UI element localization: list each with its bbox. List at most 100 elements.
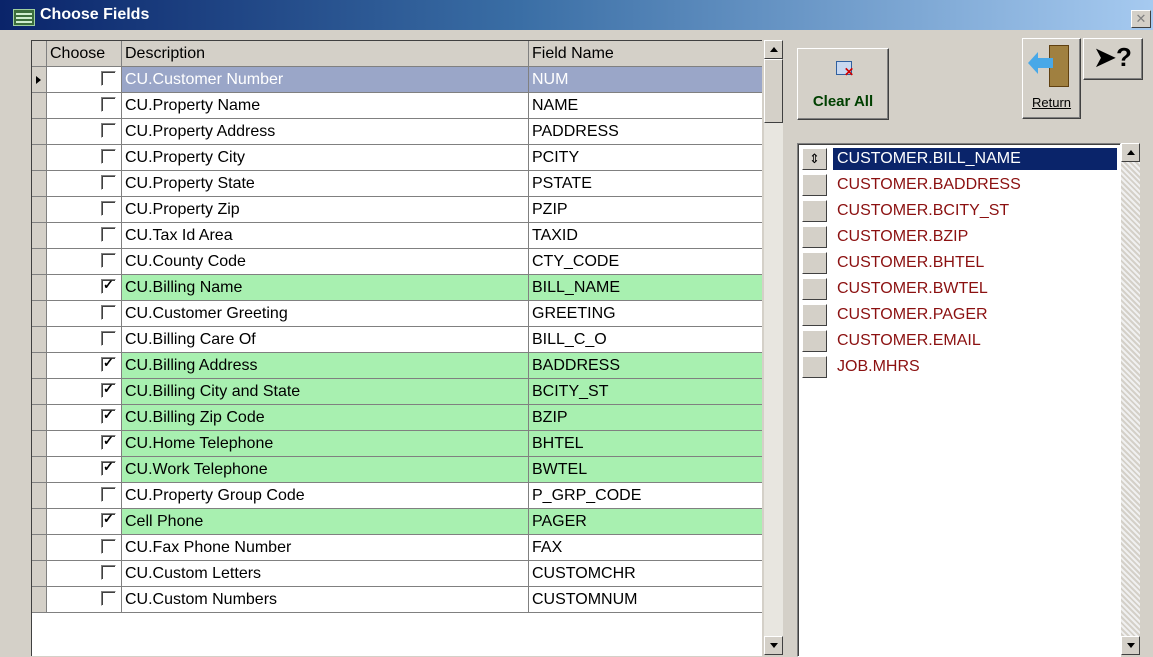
close-button[interactable]: ✕ (1131, 10, 1151, 28)
description-cell[interactable]: CU.Home Telephone (122, 431, 529, 456)
list-scroll-up-button[interactable] (1121, 143, 1140, 162)
row-selector[interactable] (32, 275, 47, 300)
choose-checkbox[interactable] (101, 565, 116, 580)
choose-checkbox[interactable] (101, 97, 116, 112)
row-selector[interactable] (32, 249, 47, 274)
list-item-handle[interactable] (802, 226, 827, 248)
field-name-cell[interactable]: P_GRP_CODE (529, 483, 762, 508)
choose-checkbox[interactable] (101, 71, 116, 86)
list-item[interactable]: JOB.MHRS (800, 354, 1118, 380)
choose-checkbox[interactable] (101, 201, 116, 216)
scroll-down-button[interactable] (764, 636, 783, 655)
return-button[interactable]: Return (1022, 38, 1081, 119)
description-cell[interactable]: CU.Property Name (122, 93, 529, 118)
choose-checkbox[interactable] (101, 227, 116, 242)
description-cell[interactable]: CU.Billing Name (122, 275, 529, 300)
list-item[interactable]: CUSTOMER.BHTEL (800, 250, 1118, 276)
table-row[interactable]: CU.Billing City and StateBCITY_ST (32, 379, 762, 405)
field-name-cell[interactable]: BADDRESS (529, 353, 762, 378)
description-cell[interactable]: CU.Fax Phone Number (122, 535, 529, 560)
row-selector[interactable] (32, 93, 47, 118)
field-name-cell[interactable]: NAME (529, 93, 762, 118)
header-field-name[interactable]: Field Name (529, 41, 762, 66)
table-row[interactable]: Cell PhonePAGER (32, 509, 762, 535)
description-cell[interactable]: CU.Property Zip (122, 197, 529, 222)
table-row[interactable]: CU.Billing NameBILL_NAME (32, 275, 762, 301)
list-item-handle[interactable] (802, 200, 827, 222)
header-description[interactable]: Description (122, 41, 529, 66)
row-selector[interactable] (32, 457, 47, 482)
description-cell[interactable]: CU.Customer Number (122, 67, 529, 92)
scroll-up-button[interactable] (764, 40, 783, 59)
field-name-cell[interactable]: BZIP (529, 405, 762, 430)
grid-scrollbar[interactable] (764, 40, 783, 655)
choose-checkbox[interactable] (101, 487, 116, 502)
row-selector[interactable] (32, 379, 47, 404)
description-cell[interactable]: CU.Tax Id Area (122, 223, 529, 248)
list-scroll-down-button[interactable] (1121, 636, 1140, 655)
clear-all-button[interactable]: Clear All (797, 48, 889, 120)
choose-checkbox[interactable] (101, 331, 116, 346)
description-cell[interactable]: CU.Billing Address (122, 353, 529, 378)
field-name-cell[interactable]: BILL_NAME (529, 275, 762, 300)
table-row[interactable]: CU.Customer Greeting GREETING (32, 301, 762, 327)
choose-checkbox[interactable] (101, 355, 116, 372)
description-cell[interactable]: CU.Billing City and State (122, 379, 529, 404)
choose-checkbox[interactable] (101, 149, 116, 164)
list-item-handle[interactable] (802, 278, 827, 300)
choose-checkbox[interactable] (101, 253, 116, 268)
list-item[interactable]: CUSTOMER.BWTEL (800, 276, 1118, 302)
field-name-cell[interactable]: GREETING (529, 301, 762, 326)
list-item[interactable]: ⇕ CUSTOMER.BILL_NAME (800, 146, 1118, 172)
description-cell[interactable]: CU.Customer Greeting (122, 301, 529, 326)
list-scrollbar[interactable] (1121, 143, 1140, 655)
table-row[interactable]: CU.Property State PSTATE (32, 171, 762, 197)
list-item-handle[interactable] (802, 252, 827, 274)
table-row[interactable]: CU.Fax Phone Number FAX (32, 535, 762, 561)
row-selector[interactable] (32, 561, 47, 586)
field-name-cell[interactable]: BWTEL (529, 457, 762, 482)
row-selector[interactable] (32, 119, 47, 144)
help-button[interactable]: ➤? (1083, 38, 1143, 80)
table-row[interactable]: CU.Work TelephoneBWTEL (32, 457, 762, 483)
field-name-cell[interactable]: BHTEL (529, 431, 762, 456)
choose-checkbox[interactable] (101, 305, 116, 320)
list-item[interactable]: CUSTOMER.PAGER (800, 302, 1118, 328)
choose-checkbox[interactable] (101, 277, 116, 294)
list-item-handle[interactable] (802, 356, 827, 378)
choose-checkbox[interactable] (101, 175, 116, 190)
row-selector[interactable] (32, 67, 47, 92)
description-cell[interactable]: CU.Work Telephone (122, 457, 529, 482)
field-name-cell[interactable]: PCITY (529, 145, 762, 170)
field-name-cell[interactable]: TAXID (529, 223, 762, 248)
field-name-cell[interactable]: PZIP (529, 197, 762, 222)
description-cell[interactable]: Cell Phone (122, 509, 529, 534)
table-row[interactable]: CU.Home TelephoneBHTEL (32, 431, 762, 457)
description-cell[interactable]: CU.Billing Zip Code (122, 405, 529, 430)
description-cell[interactable]: CU.Custom Numbers (122, 587, 529, 612)
table-row[interactable]: CU.Custom Numbers CUSTOMNUM (32, 587, 762, 613)
list-item[interactable]: CUSTOMER.EMAIL (800, 328, 1118, 354)
row-selector[interactable] (32, 223, 47, 248)
row-selector[interactable] (32, 197, 47, 222)
description-cell[interactable]: CU.Property Address (122, 119, 529, 144)
choose-checkbox[interactable] (101, 407, 116, 424)
list-item-handle[interactable] (802, 330, 827, 352)
row-selector[interactable] (32, 483, 47, 508)
choose-checkbox[interactable] (101, 381, 116, 398)
table-row[interactable]: CU.Billing AddressBADDRESS (32, 353, 762, 379)
row-selector[interactable] (32, 431, 47, 456)
row-selector[interactable] (32, 587, 47, 612)
table-row[interactable]: CU.Property Group Code P_GRP_CODE (32, 483, 762, 509)
list-item-handle[interactable] (802, 174, 827, 196)
table-row[interactable]: CU.Property Address PADDRESS (32, 119, 762, 145)
description-cell[interactable]: CU.Custom Letters (122, 561, 529, 586)
choose-checkbox[interactable] (101, 459, 116, 476)
description-cell[interactable]: CU.Property City (122, 145, 529, 170)
list-item[interactable]: CUSTOMER.BCITY_ST (800, 198, 1118, 224)
header-choose[interactable]: Choose (47, 41, 122, 66)
row-selector[interactable] (32, 145, 47, 170)
table-row[interactable]: CU.Customer Number NUM (32, 67, 762, 93)
choose-checkbox[interactable] (101, 511, 116, 528)
field-name-cell[interactable]: PAGER (529, 509, 762, 534)
